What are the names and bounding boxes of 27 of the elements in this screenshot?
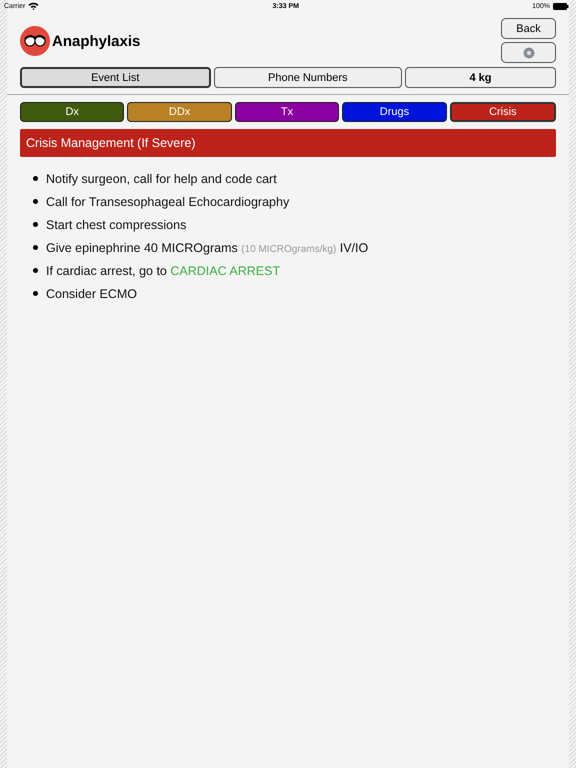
battery-icon xyxy=(552,2,569,10)
list-item-text: Give epinephrine 40 MICROgrams (10 MICROgrams/kg) IV/IO xyxy=(46,240,368,254)
logo-icon xyxy=(20,26,50,56)
wifi-icon xyxy=(28,2,40,10)
list-item-text: Start chest compressions xyxy=(46,218,186,232)
top-tab[interactable]: Event List xyxy=(20,67,210,88)
bullet-dot xyxy=(33,222,38,227)
list-item-text: If cardiac arrest, go to CARDIAC ARREST xyxy=(46,264,280,278)
page-title: Anaphylaxis xyxy=(52,32,140,50)
settings-icon xyxy=(522,46,534,58)
list-item-text: Consider ECMO xyxy=(46,286,137,300)
section-tab[interactable]: Tx xyxy=(234,102,340,122)
bullet-dot xyxy=(33,245,38,250)
bullet-dot xyxy=(33,176,38,181)
top-tab[interactable]: Phone Numbers xyxy=(214,67,402,88)
bullet-dot xyxy=(33,199,38,204)
back-button[interactable]: Back xyxy=(501,18,556,39)
section-tab[interactable]: Drugs xyxy=(342,102,447,122)
settings-button[interactable] xyxy=(501,42,556,63)
list-item-text: Notify surgeon, call for help and code cart xyxy=(46,172,277,186)
section-tab[interactable]: Dx xyxy=(20,102,124,122)
section-tab[interactable]: Crisis xyxy=(450,102,556,122)
section-heading: Crisis Management (If Severe) xyxy=(20,129,556,157)
top-tab[interactable]: 4 kg xyxy=(405,67,556,88)
bullet-dot xyxy=(33,291,38,296)
list-item-text: Call for Transesophageal Echocardiography xyxy=(46,194,290,208)
bullet-dot xyxy=(33,268,38,273)
